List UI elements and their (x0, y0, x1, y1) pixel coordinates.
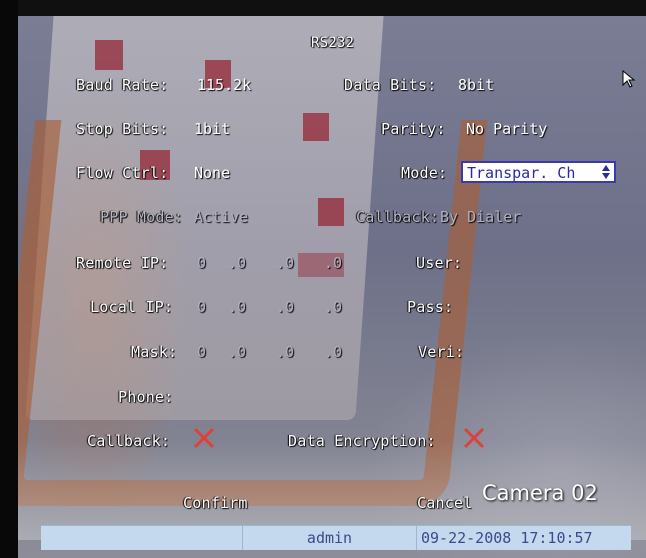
status-datetime: 09-22-2008 17:10:57 (421, 529, 593, 547)
status-cell-empty (41, 526, 243, 550)
phone-label: Phone: (118, 388, 174, 406)
veri-label: Veri: (418, 343, 465, 361)
ip-dot: . (324, 254, 334, 272)
frame-edge (0, 0, 646, 16)
dialog-title: RS232 (311, 35, 355, 51)
mode-select-value: Transpar. Ch (467, 164, 576, 182)
user-input[interactable] (470, 252, 610, 272)
camera-label: Camera 02 (482, 481, 598, 505)
data-encryption-label: Data Encryption: (288, 432, 436, 450)
pass-input[interactable] (462, 296, 610, 316)
data-bits-select[interactable]: 8bit (458, 76, 494, 94)
parity-select[interactable]: No Parity (466, 120, 547, 138)
mask-label: Mask: (131, 343, 178, 361)
remote-ip-octet-1[interactable]: 0 (197, 254, 206, 272)
ip-dot: . (324, 343, 334, 361)
ip-dot: . (324, 298, 334, 316)
pass-label: Pass: (407, 298, 454, 316)
cancel-button[interactable]: Cancel (417, 494, 472, 512)
baud-rate-select[interactable]: 115.2k (197, 76, 251, 94)
status-user: admin (243, 526, 417, 550)
up-down-arrows-icon[interactable] (601, 164, 611, 180)
stop-bits-label: Stop Bits: (76, 120, 169, 138)
local-ip-octet-4[interactable]: 0 (333, 298, 342, 316)
parity-label: Parity: (381, 120, 446, 138)
ppp-mode-select[interactable]: Active (194, 208, 248, 226)
local-ip-octet-3[interactable]: 0 (285, 298, 294, 316)
ip-dot: . (276, 298, 286, 316)
remote-ip-octet-3[interactable]: 0 (285, 254, 294, 272)
dvr-screen: RS232 Baud Rate: 115.2k Data Bits: 8bit … (0, 0, 646, 558)
ip-dot: . (276, 254, 286, 272)
local-ip-octet-1[interactable]: 0 (197, 298, 206, 316)
veri-input[interactable] (470, 341, 610, 361)
baud-rate-label: Baud Rate: (76, 76, 169, 94)
callback-label: Callback: (87, 432, 171, 450)
ip-dot: . (228, 298, 238, 316)
mode-select[interactable]: Transpar. Ch (461, 161, 616, 183)
stop-bits-select[interactable]: 1bit (194, 120, 230, 138)
remote-ip-octet-4[interactable]: 0 (333, 254, 342, 272)
user-label: User: (416, 254, 463, 272)
mode-label: Mode: (401, 164, 448, 182)
remote-ip-octet-2[interactable]: 0 (237, 254, 246, 272)
callback-checkbox-x-icon[interactable] (193, 427, 215, 449)
ppp-mode-label: PPP Mode: (100, 208, 184, 226)
local-ip-octet-2[interactable]: 0 (237, 298, 246, 316)
frame-edge (0, 0, 18, 558)
remote-ip-label: Remote IP: (76, 254, 169, 272)
mask-octet-3[interactable]: 0 (285, 343, 294, 361)
confirm-button[interactable]: Confirm (183, 494, 248, 512)
mask-octet-1[interactable]: 0 (197, 343, 206, 361)
ip-dot: . (228, 343, 238, 361)
flow-ctrl-select[interactable]: None (194, 164, 230, 182)
calendar-mark (95, 40, 123, 70)
mouse-pointer-icon (622, 70, 636, 88)
mask-octet-2[interactable]: 0 (237, 343, 246, 361)
ip-dot: . (276, 343, 286, 361)
local-ip-label: Local IP: (90, 298, 174, 316)
flow-ctrl-label: Flow Ctrl: (76, 164, 169, 182)
phone-input[interactable] (197, 386, 397, 406)
data-encryption-checkbox-x-icon[interactable] (463, 427, 485, 449)
callback-mode-select[interactable]: By Dialer (440, 208, 521, 226)
ip-dot: . (228, 254, 238, 272)
data-bits-label: Data Bits: (344, 76, 437, 94)
status-bar: admin 09-22-2008 17:10:57 (41, 525, 631, 550)
callback-mode-label: Callback: (356, 208, 440, 226)
mask-octet-4[interactable]: 0 (333, 343, 342, 361)
